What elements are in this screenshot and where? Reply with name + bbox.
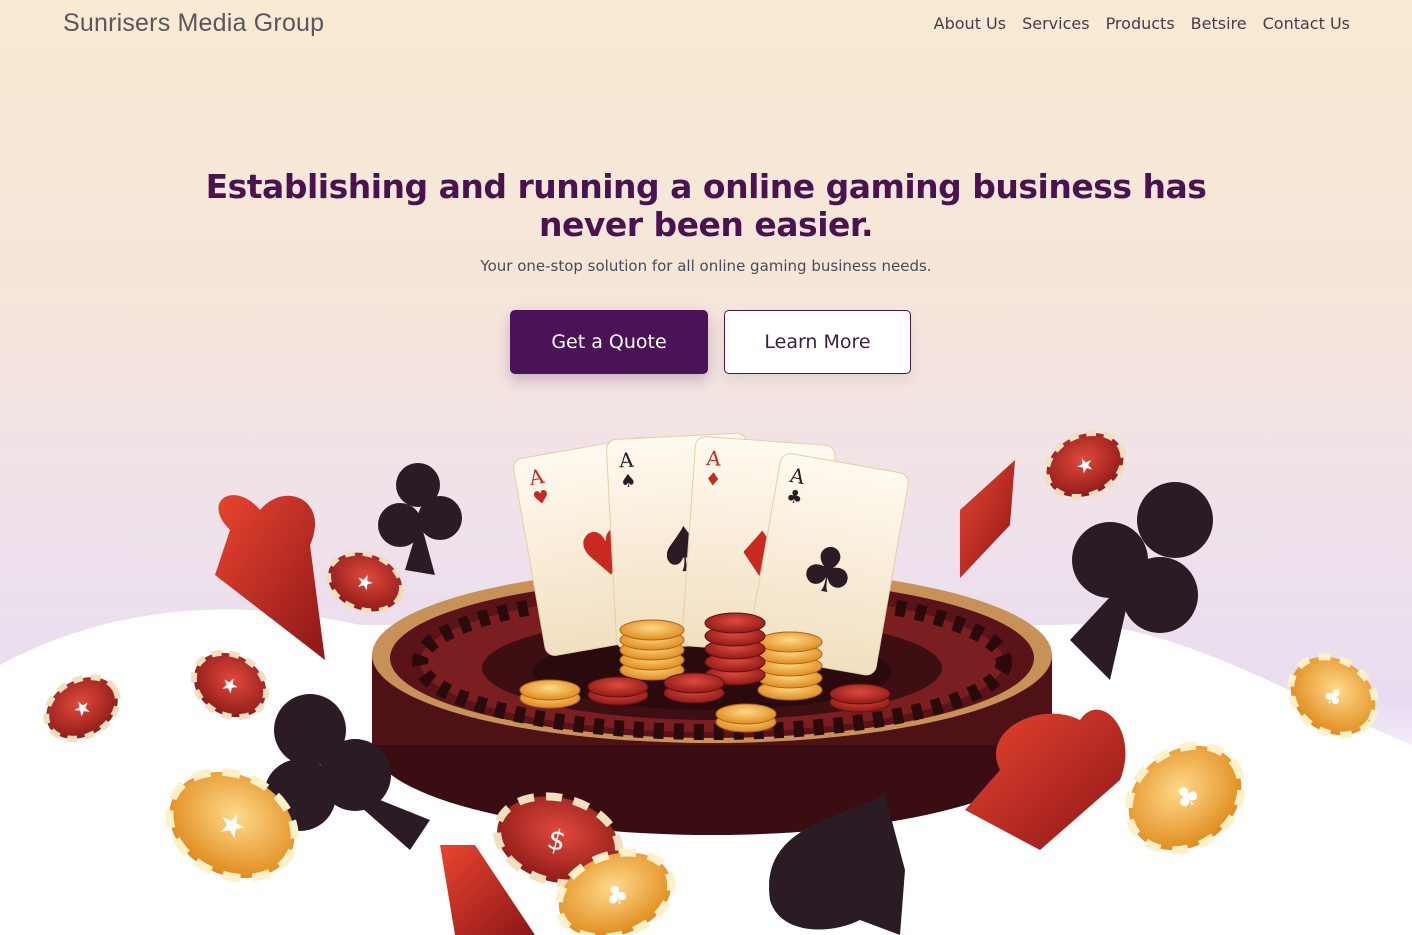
hero-title-line-2: never been easier. <box>539 205 874 244</box>
main-nav: About Us Services Products Betsire Conta… <box>918 14 1350 33</box>
nav-about-us[interactable]: About Us <box>934 14 1006 33</box>
get-a-quote-button[interactable]: Get a Quote <box>510 310 708 374</box>
nav-services[interactable]: Services <box>1022 14 1089 33</box>
casino-illustration: A ♥ ♥ A ♠ ♠ A ♦ ♦ A ♣ ♣ ★ ★ ★ ★ ★ $ ♣ ♣ … <box>0 429 1412 935</box>
svg-text:A: A <box>617 448 634 473</box>
svg-text:♠: ♠ <box>620 470 637 492</box>
hero-title-line-1: Establishing and running a online gaming… <box>205 167 1207 206</box>
hero-title: Establishing and running a online gaming… <box>0 168 1412 244</box>
hero-subtitle: Your one-stop solution for all online ga… <box>480 257 932 275</box>
nav-betsire[interactable]: Betsire <box>1191 14 1247 33</box>
club-icon-top-left <box>378 463 462 575</box>
nav-contact-us[interactable]: Contact Us <box>1263 14 1350 33</box>
svg-text:♦: ♦ <box>704 469 722 491</box>
nav-products[interactable]: Products <box>1106 14 1175 33</box>
diamond-icon-top-right <box>960 460 1015 578</box>
svg-text:A: A <box>705 446 723 471</box>
learn-more-button[interactable]: Learn More <box>724 310 911 374</box>
brand-logo[interactable]: Sunrisers Media Group <box>63 9 324 38</box>
